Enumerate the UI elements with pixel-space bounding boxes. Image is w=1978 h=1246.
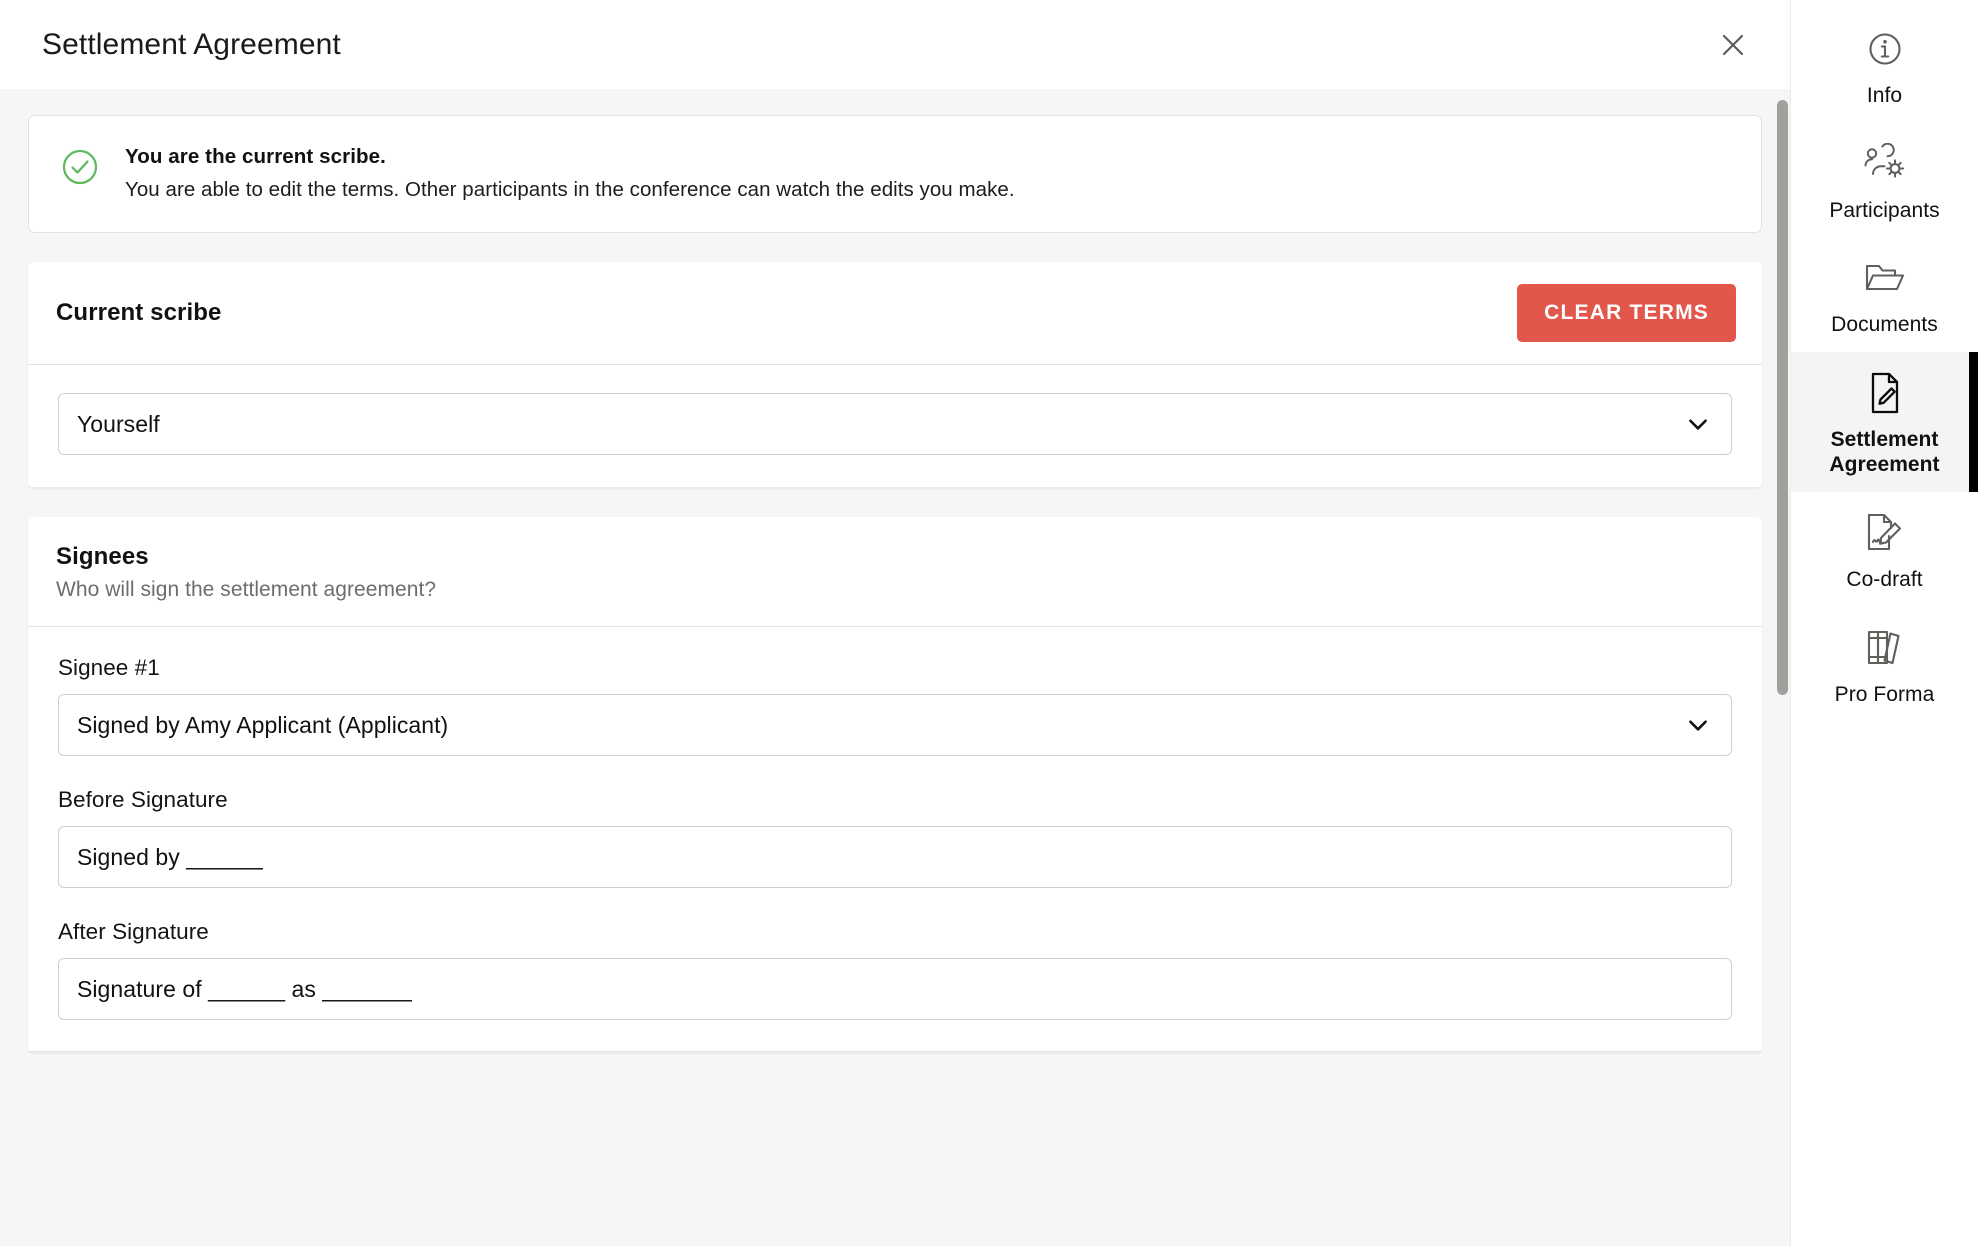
document-pencil-icon [1857, 366, 1913, 420]
before-signature-value: Signed by ______ [77, 843, 264, 870]
scrollbar-thumb[interactable] [1777, 100, 1788, 695]
sidebar-item-documents[interactable]: Documents [1791, 237, 1978, 352]
document-signature-pen-icon [1857, 506, 1913, 560]
sidebar-item-label: Documents [1831, 313, 1938, 337]
before-signature-input[interactable]: Signed by ______ [58, 826, 1732, 888]
after-signature-input[interactable]: Signature of ______ as _______ [58, 958, 1732, 1020]
chevron-down-icon [1685, 712, 1711, 738]
right-sidebar: Info Participants Documents Settlement A… [1790, 0, 1978, 1246]
settlement-agreement-panel: Settlement Agreement You are the current… [0, 0, 1790, 1246]
sidebar-item-label: Participants [1829, 198, 1940, 222]
sidebar-item-label: Co-draft [1846, 568, 1923, 592]
panel-header: Settlement Agreement [0, 0, 1790, 89]
signee-divider [28, 1051, 1762, 1052]
vertical-scrollbar[interactable] [1774, 89, 1790, 1246]
signee-1-label: Signee #1 [58, 655, 160, 680]
page-title: Settlement Agreement [42, 27, 341, 61]
sidebar-item-settlement-agreement[interactable]: Settlement Agreement [1791, 351, 1978, 493]
folder-open-icon [1857, 251, 1913, 305]
after-signature-label: After Signature [58, 919, 209, 944]
sidebar-item-label: Settlement Agreement [1829, 427, 1940, 477]
current-scribe-select-value: Yourself [77, 410, 160, 437]
banner-description: You are able to edit the terms. Other pa… [125, 178, 1015, 201]
signees-header: Signees Who will sign the settlement agr… [28, 517, 1762, 627]
current-scribe-body: Yourself [28, 365, 1762, 487]
check-circle-icon [59, 146, 101, 193]
current-scribe-header: Current scribe CLEAR TERMS [28, 262, 1762, 365]
sidebar-item-co-draft[interactable]: Co-draft [1791, 492, 1978, 607]
scribe-status-banner: You are the current scribe. You are able… [28, 115, 1762, 233]
banner-text: You are the current scribe. You are able… [125, 144, 1015, 202]
current-scribe-select[interactable]: Yourself [58, 393, 1732, 455]
people-gear-icon [1857, 137, 1913, 191]
after-signature-value: Signature of ______ as _______ [77, 975, 413, 1002]
signee-1-select-value: Signed by Amy Applicant (Applicant) [77, 711, 449, 738]
signee-1-select[interactable]: Signed by Amy Applicant (Applicant) [58, 694, 1732, 756]
before-signature-label: Before Signature [58, 787, 228, 812]
banner-title: You are the current scribe. [125, 145, 386, 168]
close-icon[interactable] [1710, 22, 1756, 68]
panel-scroll-body: You are the current scribe. You are able… [0, 89, 1790, 1246]
chevron-down-icon [1685, 411, 1711, 437]
clear-terms-button[interactable]: CLEAR TERMS [1517, 284, 1736, 342]
sidebar-item-info[interactable]: Info [1791, 8, 1978, 123]
current-scribe-card: Current scribe CLEAR TERMS Yourself [28, 262, 1762, 488]
sidebar-item-label: Info [1866, 84, 1903, 107]
signees-subtitle: Who will sign the settlement agreement? [56, 578, 437, 601]
app-root: Settlement Agreement You are the current… [0, 0, 1978, 1246]
signees-title: Signees [56, 543, 149, 570]
signee-entry: Signee #1 Signed by Amy Applicant (Appli… [28, 627, 1762, 1020]
books-icon [1857, 621, 1913, 675]
info-circle-icon [1857, 22, 1913, 76]
sidebar-item-label: Pro Forma [1834, 682, 1935, 706]
signees-card: Signees Who will sign the settlement agr… [28, 517, 1762, 1053]
sidebar-item-participants[interactable]: Participants [1791, 123, 1978, 238]
sidebar-item-pro-forma[interactable]: Pro Forma [1791, 607, 1978, 722]
current-scribe-title: Current scribe [56, 299, 222, 326]
